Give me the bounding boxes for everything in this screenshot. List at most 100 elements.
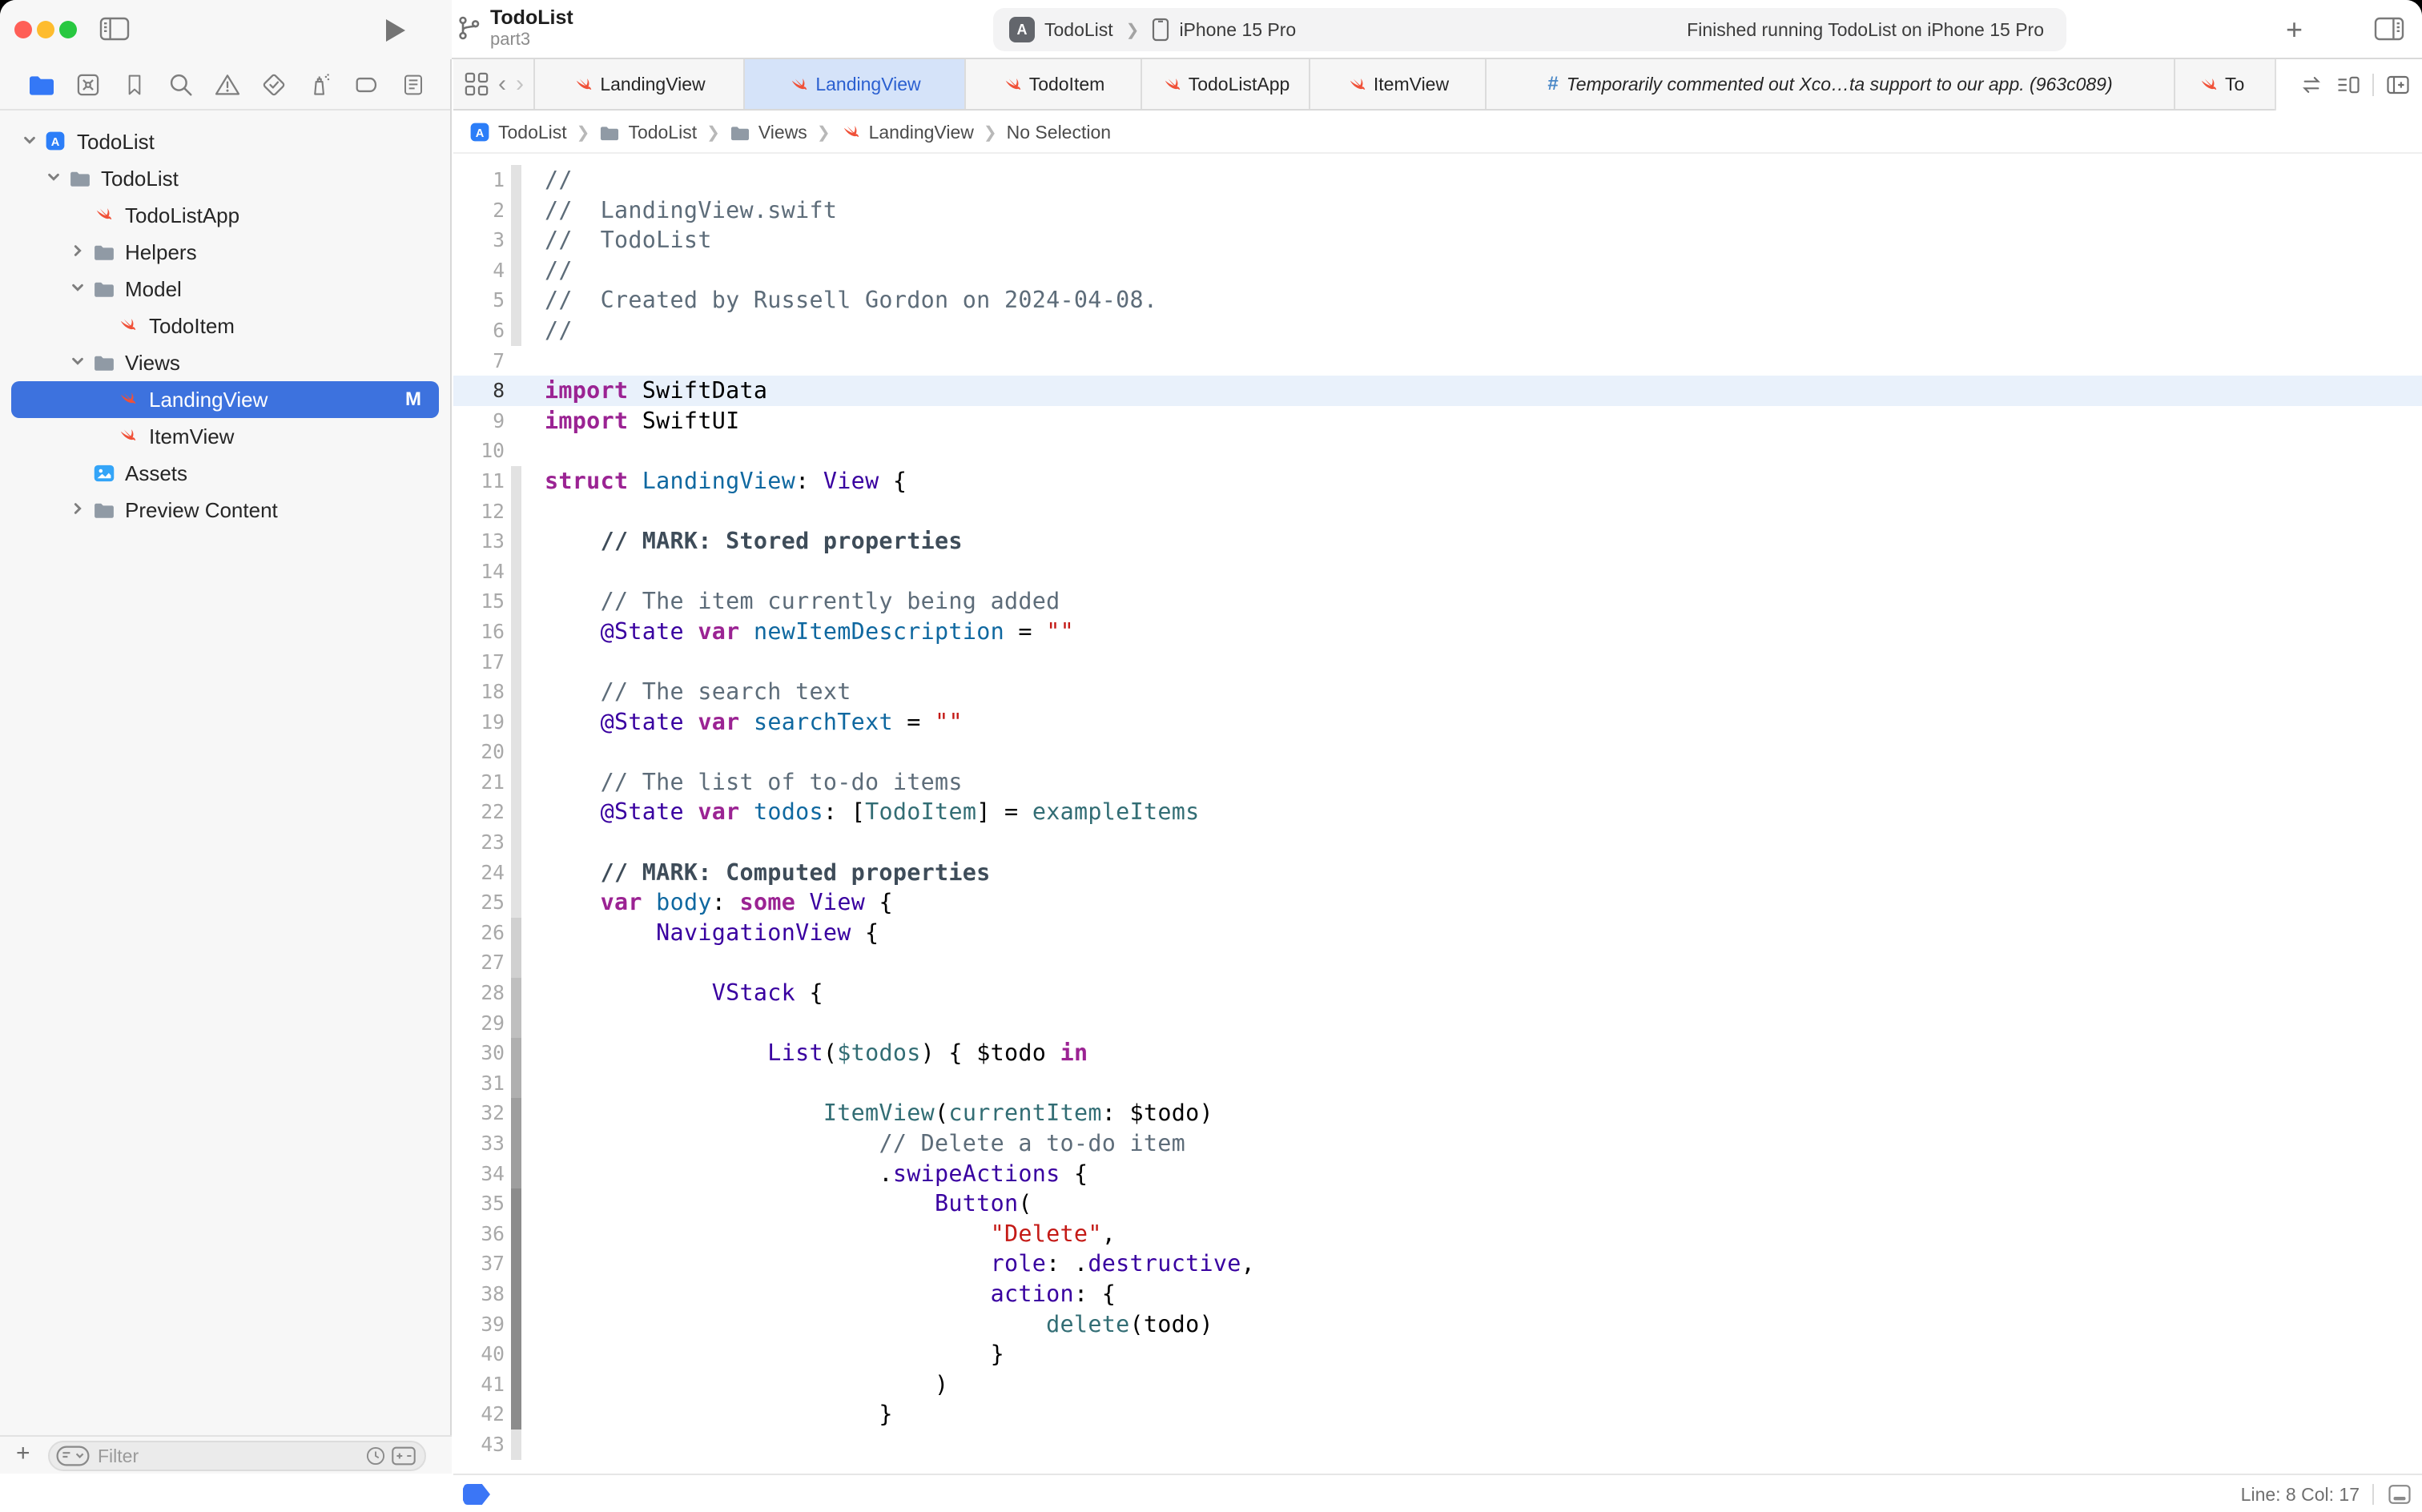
fold-ribbon[interactable]: [511, 586, 521, 617]
line-number[interactable]: 30: [453, 1038, 505, 1068]
fold-ribbon[interactable]: [511, 858, 521, 888]
line-number[interactable]: 25: [453, 887, 505, 918]
recents-clock-icon[interactable]: [365, 1446, 386, 1466]
fold-ribbon[interactable]: [511, 978, 521, 1008]
line-number[interactable]: 34: [453, 1159, 505, 1189]
fold-ribbon[interactable]: [511, 1128, 521, 1159]
minimize-button[interactable]: [37, 21, 54, 38]
breakpoints-icon[interactable]: [352, 70, 381, 99]
fold-ribbon[interactable]: [511, 1219, 521, 1249]
tab-6-temporarily-commente[interactable]: #Temporarily commented out Xco…ta suppor…: [1487, 59, 2175, 109]
line-number[interactable]: 36: [453, 1219, 505, 1249]
line-number[interactable]: 3: [453, 225, 505, 255]
source-editor[interactable]: 1//2// LandingView.swift3// TodoList4//5…: [453, 154, 2422, 1474]
line-number[interactable]: 12: [453, 497, 505, 527]
fold-ribbon[interactable]: [511, 1068, 521, 1099]
line-number[interactable]: 14: [453, 557, 505, 587]
project-folder-icon[interactable]: [27, 70, 56, 99]
breadcrumb-item-views[interactable]: Views: [730, 122, 807, 143]
left-sidebar-toggle-icon[interactable]: [99, 16, 130, 42]
fold-ribbon[interactable]: [511, 285, 521, 316]
fold-ribbon[interactable]: [511, 1369, 521, 1400]
fold-ribbon[interactable]: [511, 947, 521, 978]
line-number[interactable]: 27: [453, 947, 505, 978]
disclosure-chevron-icon[interactable]: [70, 280, 86, 296]
tab-4-todolistapp[interactable]: TodoListApp: [1142, 59, 1310, 109]
breadcrumb-item-todolist[interactable]: TodoList: [599, 122, 697, 143]
line-number[interactable]: 39: [453, 1309, 505, 1340]
search-icon[interactable]: [167, 70, 195, 99]
fold-ribbon[interactable]: [511, 1008, 521, 1039]
line-number[interactable]: 31: [453, 1068, 505, 1099]
sidebar-item-todolistapp[interactable]: TodoListApp: [0, 197, 450, 234]
sidebar-item-landingview[interactable]: LandingViewM: [0, 381, 450, 418]
fold-ribbon[interactable]: [511, 737, 521, 767]
line-number[interactable]: 20: [453, 737, 505, 767]
line-number[interactable]: 28: [453, 978, 505, 1008]
tab-1-landingview[interactable]: LandingView: [533, 59, 745, 109]
zoom-button[interactable]: [59, 21, 77, 38]
disclosure-chevron-icon[interactable]: [70, 501, 86, 517]
line-number[interactable]: 35: [453, 1188, 505, 1219]
line-number[interactable]: 10: [453, 436, 505, 466]
line-number[interactable]: 22: [453, 797, 505, 827]
fold-ribbon[interactable]: [511, 1430, 521, 1460]
run-button[interactable]: [386, 19, 405, 42]
disclosure-chevron-icon[interactable]: [22, 133, 38, 149]
fold-ribbon[interactable]: [511, 1249, 521, 1279]
line-number[interactable]: 2: [453, 195, 505, 226]
fold-ribbon[interactable]: [511, 918, 521, 948]
source-control-summary[interactable]: TodoList part3: [457, 6, 573, 50]
reports-icon[interactable]: [399, 70, 428, 99]
sidebar-item-helpers[interactable]: Helpers: [0, 234, 450, 271]
back-chevron-icon[interactable]: ‹: [498, 70, 506, 98]
sidebar-item-model[interactable]: Model: [0, 271, 450, 308]
add-file-button[interactable]: +: [16, 1440, 30, 1467]
sidebar-item-itemview[interactable]: ItemView: [0, 418, 450, 455]
line-number[interactable]: 5: [453, 285, 505, 316]
issues-icon[interactable]: [213, 70, 242, 99]
bookmark-icon[interactable]: [120, 70, 149, 99]
line-number[interactable]: 1: [453, 165, 505, 195]
line-number[interactable]: 17: [453, 647, 505, 678]
line-number[interactable]: 15: [453, 586, 505, 617]
tab-3-todoitem[interactable]: TodoItem: [966, 59, 1142, 109]
fold-ribbon[interactable]: [511, 1098, 521, 1128]
line-number[interactable]: 38: [453, 1279, 505, 1309]
disclosure-chevron-icon[interactable]: [70, 354, 86, 370]
fold-ribbon[interactable]: [511, 165, 521, 195]
line-number[interactable]: 37: [453, 1249, 505, 1279]
sidebar-item-todoitem[interactable]: TodoItem: [0, 308, 450, 344]
fold-ribbon[interactable]: [511, 647, 521, 678]
fold-ribbon[interactable]: [511, 526, 521, 557]
line-number[interactable]: 16: [453, 617, 505, 647]
sidebar-item-todolist[interactable]: TodoList: [0, 160, 450, 197]
sidebar-item-views[interactable]: Views: [0, 344, 450, 381]
close-button[interactable]: [14, 21, 32, 38]
fold-ribbon[interactable]: [511, 827, 521, 858]
line-number[interactable]: 40: [453, 1339, 505, 1369]
fold-ribbon[interactable]: [511, 1279, 521, 1309]
scheme-selector[interactable]: A TodoList ❯ iPhone 15 Pro: [993, 17, 1296, 42]
disclosure-chevron-icon[interactable]: [46, 170, 62, 186]
breadcrumb-item-landingview[interactable]: LandingView: [840, 122, 974, 143]
fold-ribbon[interactable]: [511, 497, 521, 527]
related-items-arrows-icon[interactable]: [2299, 73, 2324, 97]
breadcrumb-item-no-selection[interactable]: No Selection: [1007, 122, 1111, 143]
line-number[interactable]: 18: [453, 677, 505, 707]
fold-ribbon[interactable]: [511, 677, 521, 707]
filter-menu-icon[interactable]: [56, 1446, 90, 1466]
fold-ribbon[interactable]: [511, 255, 521, 286]
source-control-icon[interactable]: [74, 70, 103, 99]
disclosure-chevron-icon[interactable]: [70, 243, 86, 259]
fold-ribbon[interactable]: [511, 1339, 521, 1369]
debug-icon[interactable]: [306, 70, 335, 99]
tab-2-landingview[interactable]: LandingView: [745, 59, 966, 109]
tab-5-itemview[interactable]: ItemView: [1310, 59, 1487, 109]
filter-field[interactable]: Filter: [48, 1441, 426, 1471]
fold-ribbon[interactable]: [511, 316, 521, 346]
line-number[interactable]: 32: [453, 1098, 505, 1128]
line-number[interactable]: 26: [453, 918, 505, 948]
fold-ribbon[interactable]: [511, 1159, 521, 1189]
editor-options-icon[interactable]: [2336, 73, 2361, 97]
